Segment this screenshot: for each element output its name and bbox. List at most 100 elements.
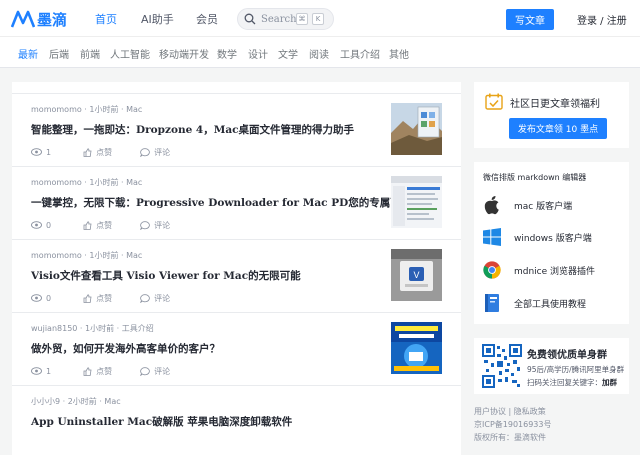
article-item[interactable]: 小小小9 · 2小时前 · Mac App Uninstaller Mac破解版… bbox=[12, 386, 461, 455]
tab-frontend[interactable]: 前端 bbox=[80, 46, 100, 61]
tab-backend[interactable]: 后端 bbox=[49, 46, 69, 61]
article-title[interactable]: 一键掌控，无限下载：Progressive Downloader for Mac… bbox=[31, 195, 422, 210]
view-count: 0 bbox=[31, 294, 51, 303]
article-actions: 0 点赞 评论 bbox=[31, 220, 194, 230]
article-item[interactable]: wujian8150 · 1小时前 · 工具介绍 做外贸，如何开发海外高客单价的… bbox=[12, 313, 461, 386]
tools-card-heading: 微信排版 markdown 编辑器 bbox=[483, 173, 587, 182]
eye-icon bbox=[31, 367, 42, 375]
article-meta: wujian8150 · 1小时前 · 工具介绍 bbox=[31, 324, 154, 333]
view-count-value: 0 bbox=[46, 220, 52, 230]
top-header: 墨滴 首页 AI助手 会员 Search ⌘ K 写文章 登录 / 注册 bbox=[0, 0, 640, 37]
like-label: 点赞 bbox=[96, 220, 113, 230]
nav-home[interactable]: 首页 bbox=[95, 11, 117, 27]
comment-icon bbox=[140, 293, 150, 303]
instruction-text: 扫码关注回复关键字： bbox=[527, 378, 602, 387]
footer-icp[interactable]: 京ICP备19016933号 bbox=[474, 419, 552, 430]
tab-design[interactable]: 设计 bbox=[248, 46, 268, 61]
article-title[interactable]: App Uninstaller Mac破解版 苹果电脑深度卸载软件 bbox=[31, 414, 292, 429]
tool-label: mdnice 浏览器插件 bbox=[514, 266, 596, 277]
view-count: 1 bbox=[31, 367, 51, 376]
search-icon bbox=[244, 13, 256, 25]
view-count-value: 1 bbox=[46, 147, 52, 157]
tool-tutorials[interactable]: 全部工具使用教程 bbox=[483, 291, 586, 315]
like-label: 点赞 bbox=[96, 147, 113, 157]
write-article-button[interactable]: 写文章 bbox=[506, 9, 554, 30]
article-meta: 小小小9 · 2小时前 · Mac bbox=[31, 397, 121, 406]
keyword: 加群 bbox=[602, 378, 617, 387]
tab-ai[interactable]: 人工智能 bbox=[110, 46, 150, 61]
footer-copyright: 版权所有：墨滴软件 bbox=[474, 433, 546, 442]
view-count-value: 1 bbox=[46, 366, 52, 376]
thumbs-up-icon bbox=[83, 293, 92, 303]
like-button[interactable]: 点赞 bbox=[83, 147, 112, 158]
comment-button[interactable]: 评论 bbox=[140, 220, 170, 231]
feed-top-spacer bbox=[12, 82, 461, 94]
article-meta: momomomo · 1小时前 · Mac bbox=[31, 178, 143, 187]
article-title[interactable]: 智能整理，一拖即达：Dropzone 4，Mac桌面文件管理的得力助手 bbox=[31, 122, 354, 137]
article-actions: 0 点赞 评论 bbox=[31, 293, 194, 303]
eye-icon bbox=[31, 221, 42, 229]
footer-policy-links[interactable]: 用户协议 | 隐私政策 bbox=[474, 406, 546, 417]
chrome-icon bbox=[483, 261, 501, 279]
shortcut-key-cmd: ⌘ bbox=[296, 13, 308, 25]
trade-promo-thumbnail bbox=[391, 322, 442, 374]
qr-code-icon[interactable] bbox=[482, 344, 522, 388]
logo-mark-icon bbox=[11, 10, 35, 28]
search-input[interactable]: Search ⌘ K bbox=[237, 8, 334, 30]
tool-browser-plugin[interactable]: mdnice 浏览器插件 bbox=[483, 258, 595, 282]
comment-label: 评论 bbox=[154, 366, 171, 376]
like-button[interactable]: 点赞 bbox=[83, 220, 112, 231]
shortcut-key-k: K bbox=[312, 13, 324, 25]
article-meta: momomomo · 1小时前 · Mac bbox=[31, 251, 143, 260]
article-meta: momomomo · 1小时前 · Mac bbox=[31, 105, 143, 114]
logo[interactable]: 墨滴 bbox=[11, 8, 71, 30]
singles-group-card: 免费领优质单身群 95后/高学历/腾讯阿里单身群 扫码关注回复关键字：加群 bbox=[474, 338, 629, 394]
tab-mobile[interactable]: 移动端开发 bbox=[159, 46, 209, 61]
tab-other[interactable]: 其他 bbox=[389, 46, 409, 61]
tab-math[interactable]: 数学 bbox=[217, 46, 237, 61]
comment-button[interactable]: 评论 bbox=[140, 147, 170, 158]
eye-icon bbox=[31, 294, 42, 302]
tool-label: 全部工具使用教程 bbox=[514, 299, 587, 310]
downloader-app-thumbnail bbox=[391, 176, 442, 228]
view-count-value: 0 bbox=[46, 293, 52, 303]
article-thumbnail[interactable] bbox=[391, 103, 442, 155]
comment-label: 评论 bbox=[154, 293, 171, 303]
tab-literature[interactable]: 文学 bbox=[278, 46, 298, 61]
tab-reading[interactable]: 阅读 bbox=[309, 46, 329, 61]
article-item[interactable]: momomomo · 1小时前 · Mac 一键掌控，无限下载：Progress… bbox=[12, 167, 461, 240]
category-tabs: 最新 后端 前端 人工智能 移动端开发 数学 设计 文学 阅读 工具介绍 其他 bbox=[0, 37, 640, 68]
article-feed: momomomo · 1小时前 · Mac 智能整理，一拖即达：Dropzone… bbox=[12, 82, 461, 455]
tool-windows-client[interactable]: windows 版客户端 bbox=[483, 225, 592, 249]
article-thumbnail[interactable] bbox=[391, 176, 442, 228]
tool-mac-client[interactable]: mac 版客户端 bbox=[483, 193, 572, 217]
mountain-landscape-thumbnail bbox=[391, 103, 442, 155]
article-thumbnail[interactable] bbox=[391, 322, 442, 374]
visio-window-thumbnail: V bbox=[391, 249, 442, 301]
article-title[interactable]: Visio文件查看工具 Visio Viewer for Mac的无限可能 bbox=[31, 268, 301, 283]
article-item[interactable]: momomomo · 1小时前 · Mac Visio文件查看工具 Visio … bbox=[12, 240, 461, 313]
comment-button[interactable]: 评论 bbox=[140, 293, 170, 304]
like-button[interactable]: 点赞 bbox=[83, 366, 112, 377]
tool-label: windows 版客户端 bbox=[514, 233, 592, 244]
thumbs-up-icon bbox=[83, 147, 92, 157]
article-item[interactable]: momomomo · 1小时前 · Mac 智能整理，一拖即达：Dropzone… bbox=[12, 94, 461, 167]
article-actions: 1 点赞 评论 bbox=[31, 366, 194, 376]
comment-icon bbox=[140, 220, 150, 230]
nav-ai-assistant[interactable]: AI助手 bbox=[141, 11, 174, 27]
comment-button[interactable]: 评论 bbox=[140, 366, 170, 377]
daily-bonus-card: 社区日更文章领福利 发布文章领 10 墨点 bbox=[474, 82, 629, 148]
view-count: 0 bbox=[31, 221, 51, 230]
markdown-tools-card: 微信排版 markdown 编辑器 mac 版客户端 windows 版客户端 … bbox=[474, 162, 629, 324]
tab-latest[interactable]: 最新 bbox=[18, 46, 38, 61]
publish-for-points-button[interactable]: 发布文章领 10 墨点 bbox=[509, 118, 607, 139]
article-title[interactable]: 做外贸，如何开发海外高客单价的客户？ bbox=[31, 341, 220, 356]
eye-icon bbox=[31, 148, 42, 156]
like-button[interactable]: 点赞 bbox=[83, 293, 112, 304]
article-thumbnail[interactable]: V bbox=[391, 249, 442, 301]
nav-membership[interactable]: 会员 bbox=[196, 11, 218, 27]
comment-label: 评论 bbox=[154, 220, 171, 230]
login-register-link[interactable]: 登录 / 注册 bbox=[577, 12, 627, 27]
tab-tools[interactable]: 工具介绍 bbox=[340, 46, 380, 61]
windows-icon bbox=[483, 228, 501, 246]
